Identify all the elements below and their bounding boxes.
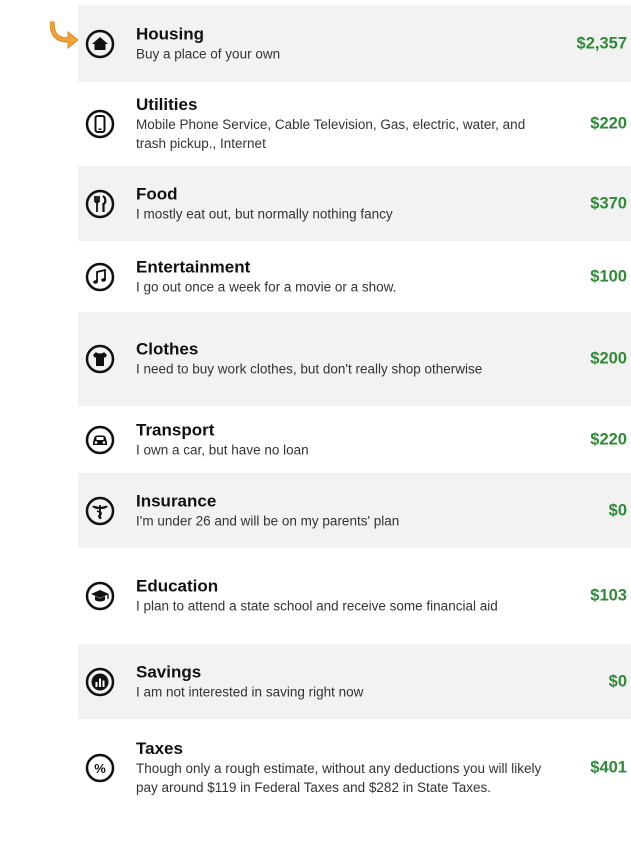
budget-row-taxes[interactable]: % Taxes Though only a rough estimate, wi…: [78, 719, 631, 817]
category-description: I need to buy work clothes, but don't re…: [136, 361, 483, 377]
category-description: Though only a rough estimate, without an…: [136, 761, 542, 795]
budget-row-clothes[interactable]: Clothes I need to buy work clothes, but …: [78, 312, 631, 406]
budget-row-savings[interactable]: Savings I am not interested in saving ri…: [78, 644, 631, 719]
percent-icon: %: [85, 753, 115, 783]
svg-text:%: %: [94, 761, 106, 776]
category-description: I'm under 26 and will be on my parents' …: [136, 513, 400, 528]
category-amount: $200: [590, 349, 627, 368]
budget-category-list: Housing Buy a place of your own $2,357 U…: [78, 5, 631, 817]
category-description: I go out once a week for a movie or a sh…: [136, 279, 397, 294]
shirt-icon: [85, 344, 115, 374]
category-amount: $100: [590, 267, 627, 285]
category-amount: $220: [590, 114, 627, 133]
budget-row-text: Utilities Mobile Phone Service, Cable Te…: [136, 95, 556, 153]
budget-row-text: Transport I own a car, but have no loan: [136, 420, 556, 459]
budget-row-text: Insurance I'm under 26 and will be on my…: [136, 491, 556, 530]
budget-row-text: Savings I am not interested in saving ri…: [136, 662, 556, 701]
budget-row-text: Food I mostly eat out, but normally noth…: [136, 184, 556, 223]
category-description: I am not interested in saving right now: [136, 684, 364, 699]
category-description: I mostly eat out, but normally nothing f…: [136, 206, 393, 221]
mobile-phone-icon: [85, 109, 115, 139]
budget-row-food[interactable]: Food I mostly eat out, but normally noth…: [78, 166, 631, 241]
budget-row-housing[interactable]: Housing Buy a place of your own $2,357: [78, 5, 631, 82]
budget-row-transport[interactable]: Transport I own a car, but have no loan …: [78, 406, 631, 473]
category-amount: $103: [590, 586, 627, 605]
category-title: Utilities: [136, 95, 198, 114]
bar-chart-icon: [85, 667, 115, 696]
car-icon: [85, 425, 115, 454]
category-amount: $370: [590, 194, 627, 212]
budget-row-text: Clothes I need to buy work clothes, but …: [136, 340, 556, 379]
category-description: Mobile Phone Service, Cable Television, …: [136, 117, 526, 151]
category-description: I plan to attend a state school and rece…: [136, 598, 498, 614]
category-description: I own a car, but have no loan: [136, 442, 309, 457]
budget-row-utilities[interactable]: Utilities Mobile Phone Service, Cable Te…: [78, 82, 631, 166]
category-amount: $0: [608, 672, 627, 690]
category-title: Entertainment: [136, 257, 251, 276]
category-title: Taxes: [136, 739, 183, 758]
category-title: Education: [136, 576, 219, 596]
category-title: Clothes: [136, 339, 199, 359]
caduceus-icon: [85, 496, 115, 525]
category-amount: $401: [590, 758, 627, 777]
category-amount: $2,357: [576, 34, 627, 52]
category-description: Buy a place of your own: [136, 46, 281, 61]
category-title: Transport: [136, 420, 215, 439]
budget-row-text: Housing Buy a place of your own: [136, 24, 556, 63]
budget-row-insurance[interactable]: Insurance I'm under 26 and will be on my…: [78, 473, 631, 548]
graduation-cap-icon: [85, 581, 115, 611]
category-title: Food: [136, 184, 178, 203]
budget-row-education[interactable]: Education I plan to attend a state schoo…: [78, 548, 631, 644]
fork-knife-icon: [85, 189, 115, 218]
category-title: Housing: [136, 24, 204, 43]
music-note-icon: [85, 262, 115, 291]
category-amount: $220: [590, 430, 627, 448]
house-icon: [85, 29, 115, 58]
budget-row-text: Education I plan to attend a state schoo…: [136, 577, 556, 616]
curved-arrow-icon: [50, 21, 79, 50]
category-title: Insurance: [136, 491, 217, 510]
budget-row-text: Entertainment I go out once a week for a…: [136, 257, 556, 296]
category-amount: $0: [608, 501, 627, 519]
category-title: Savings: [136, 662, 202, 681]
budget-row-text: Taxes Though only a rough estimate, with…: [136, 739, 556, 797]
budget-row-entertainment[interactable]: Entertainment I go out once a week for a…: [78, 241, 631, 312]
